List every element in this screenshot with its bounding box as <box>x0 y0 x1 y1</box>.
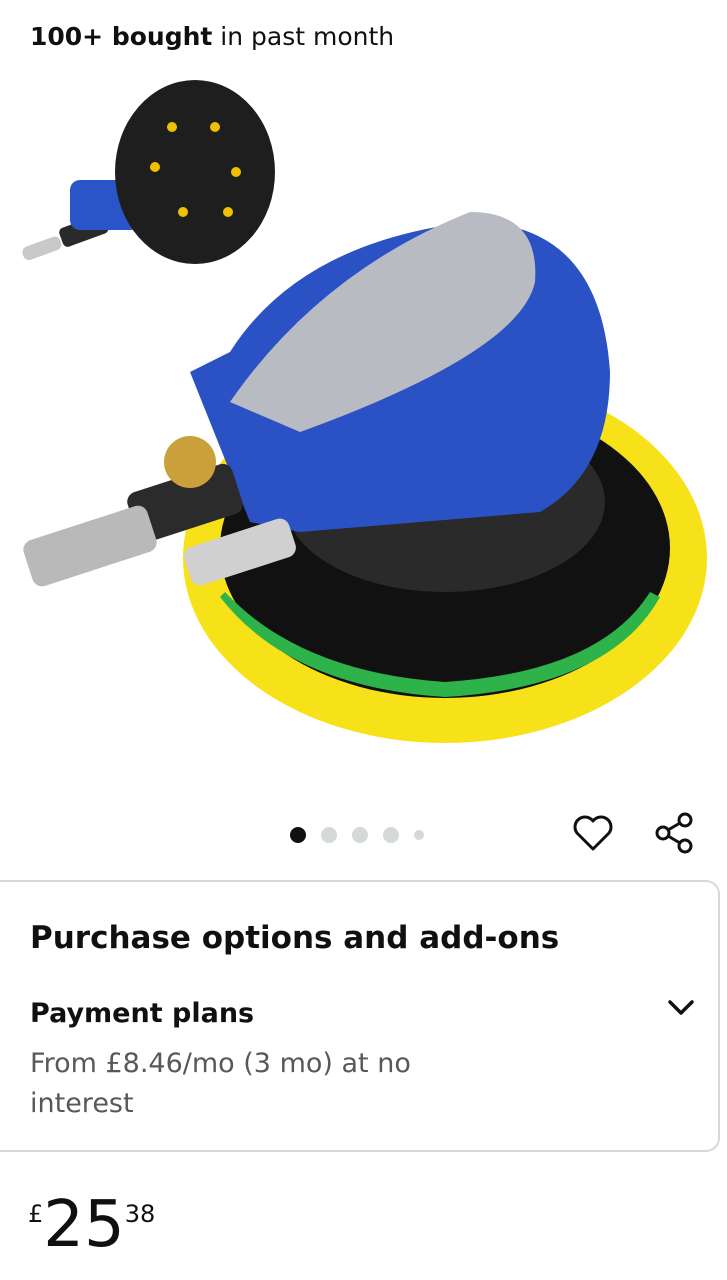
price-whole: 25 <box>43 1188 125 1262</box>
gallery-dot[interactable] <box>383 827 399 843</box>
product-image-gallery[interactable] <box>0 72 727 812</box>
share-icon[interactable] <box>652 810 698 856</box>
gallery-dot[interactable] <box>321 827 337 843</box>
chevron-down-icon[interactable] <box>664 990 698 1024</box>
gallery-dot[interactable] <box>290 827 306 843</box>
inset-sander-image <box>22 80 275 264</box>
product-image <box>22 80 707 743</box>
payment-plans-label[interactable]: Payment plans <box>30 996 254 1032</box>
bought-count-rest: in past month <box>212 22 395 51</box>
heart-icon[interactable] <box>570 810 616 856</box>
price: £ 25 38 <box>28 1190 155 1270</box>
price-currency-symbol: £ <box>28 1200 44 1228</box>
purchase-options-card: Purchase options and add-ons Payment pla… <box>0 880 720 1152</box>
gallery-pagination <box>290 825 424 845</box>
payment-plans-text: From £8.46/mo (3 mo) at no interest <box>30 1048 411 1119</box>
gallery-dot[interactable] <box>414 830 424 840</box>
gallery-dot[interactable] <box>352 827 368 843</box>
main-sander-image <box>23 212 707 743</box>
purchase-options-title: Purchase options and add-ons <box>30 920 560 956</box>
bought-count: 100+ bought in past month <box>30 20 394 54</box>
price-fraction: 38 <box>124 1200 156 1228</box>
bought-count-bold: 100+ bought <box>30 22 213 51</box>
